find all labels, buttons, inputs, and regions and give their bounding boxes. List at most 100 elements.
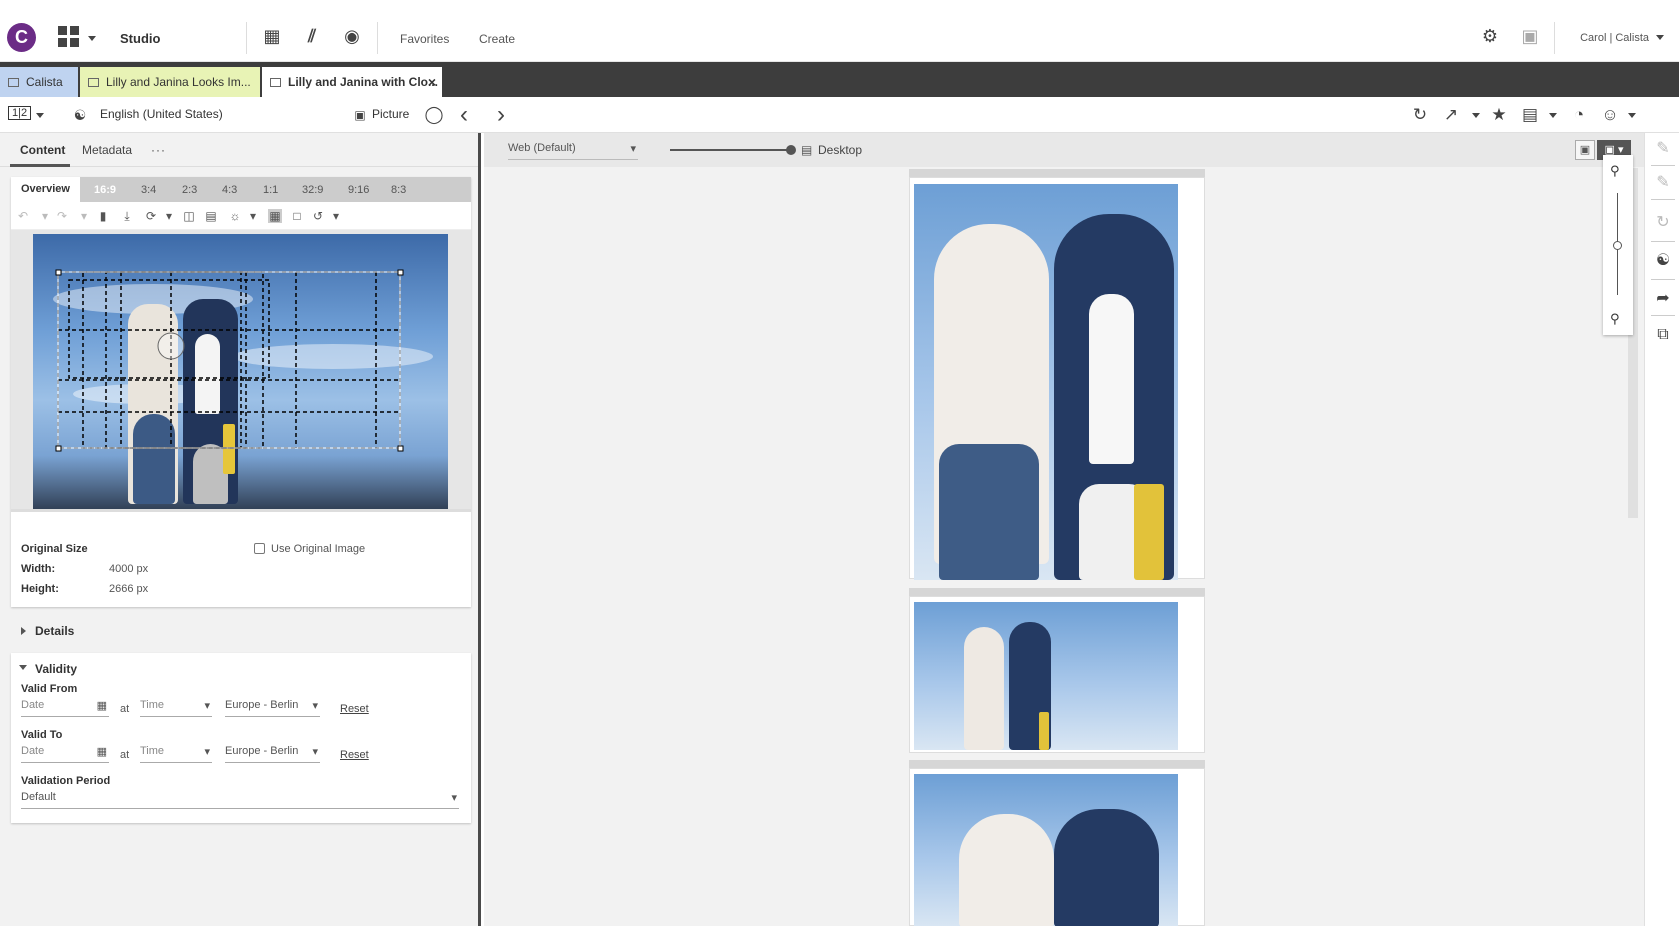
ratio-16-9[interactable]: 16:9	[94, 184, 116, 196]
zoom-out-icon[interactable]: ⚲	[1610, 311, 1620, 327]
rotate-icon[interactable]: ⟳	[144, 209, 158, 223]
divider	[377, 22, 378, 54]
ratio-1-1[interactable]: 1:1	[263, 184, 278, 196]
tab-lilly-clouds[interactable]: Lilly and Janina with Clo... ×	[262, 67, 442, 97]
expand-details-icon[interactable]	[21, 627, 26, 635]
crop-grid-icon[interactable]: ▦	[268, 209, 282, 223]
download-icon[interactable]: ⤓	[120, 209, 134, 223]
valid-to-label: Valid To	[21, 729, 63, 741]
valid-from-time-select[interactable]: Time ▾	[140, 699, 212, 717]
user-gear-caret-icon[interactable]	[1628, 113, 1636, 118]
reset-rotation-icon[interactable]: ↺	[311, 209, 325, 223]
ratio-8-3[interactable]: 8:3	[391, 184, 406, 196]
copy-icon[interactable]: ⧉	[1653, 325, 1673, 345]
image-caret-icon[interactable]	[1549, 113, 1557, 118]
ratio-overview[interactable]: Overview	[11, 177, 80, 202]
control-room-icon[interactable]: ◉	[341, 25, 363, 47]
brightness-caret-icon[interactable]: ▾	[246, 209, 260, 223]
preview-mode-icon[interactable]: ▣	[1575, 140, 1595, 160]
width-label: Width:	[21, 563, 56, 575]
reload-icon[interactable]: ↻	[1410, 105, 1430, 125]
open-external-icon[interactable]: ↗	[1441, 105, 1461, 125]
favorites-link[interactable]: Favorites	[400, 32, 449, 46]
redo-icon[interactable]: ↷	[55, 209, 69, 223]
resize-handle[interactable]	[11, 509, 471, 512]
ratio-4-3[interactable]: 4:3	[222, 184, 237, 196]
flip-horizontal-icon[interactable]: ◫	[182, 209, 196, 223]
validation-period-select[interactable]: Default ▾	[21, 791, 459, 809]
user-gear-icon[interactable]: ☺	[1600, 105, 1620, 125]
app-logo[interactable]: C	[7, 23, 36, 52]
rotate-caret-icon[interactable]: ▾	[162, 209, 176, 223]
details-section-toggle[interactable]: Details	[35, 624, 74, 638]
layout-caret-icon[interactable]	[36, 113, 44, 118]
valid-to-date-input[interactable]: Date ▦	[21, 745, 109, 763]
collapse-left-icon[interactable]: ‹	[454, 103, 474, 127]
library-books-icon[interactable]: ⫽	[301, 25, 323, 47]
valid-to-timezone-select[interactable]: Europe - Berlin ▾	[225, 745, 320, 763]
valid-to-reset-link[interactable]: Reset	[340, 749, 369, 761]
settings-gears-icon[interactable]: ⚙	[1479, 25, 1501, 47]
ratio-2-3[interactable]: 2:3	[182, 184, 197, 196]
apps-caret-icon[interactable]	[88, 36, 96, 41]
more-tabs-button[interactable]: ···	[151, 143, 166, 157]
inbox-icon[interactable]: ▣	[1519, 25, 1541, 47]
valid-from-date-input[interactable]: Date ▦	[21, 699, 109, 717]
expand-right-icon[interactable]: ›	[491, 103, 511, 127]
tab-metadata[interactable]: Metadata	[82, 143, 132, 157]
library-grid-icon[interactable]: ▦	[261, 25, 283, 47]
ratio-3-4[interactable]: 3:4	[141, 184, 156, 196]
lightbulb-icon[interactable]: ◯	[424, 105, 444, 125]
tab-calista[interactable]: Calista	[0, 67, 78, 97]
collapse-validity-icon[interactable]	[19, 665, 27, 670]
layout-switch[interactable]: 1|2	[8, 106, 32, 120]
pen-check-icon[interactable]: ✎	[1653, 173, 1673, 193]
aspect-ratio-bar: Overview 16:9 3:4 2:3 4:3 1:1 32:9 9:16 …	[11, 177, 471, 202]
flip-vertical-icon[interactable]: ▤	[204, 209, 218, 223]
channel-select[interactable]: Web (Default) ▾	[508, 142, 638, 160]
zoom-slider-handle[interactable]	[1613, 241, 1622, 250]
ratio-32-9[interactable]: 32:9	[302, 184, 323, 196]
valid-from-label: Valid From	[21, 683, 78, 695]
slider-handle[interactable]	[786, 145, 796, 155]
ratio-9-16[interactable]: 9:16	[348, 184, 369, 196]
preview-frame-portrait	[909, 177, 1205, 580]
image-edit-icon[interactable]: ▤	[1520, 105, 1540, 125]
pen-icon[interactable]: ✎	[1653, 139, 1673, 159]
tab-lilly-looks[interactable]: Lilly and Janina Looks Im...	[80, 67, 260, 97]
reset-caret-icon[interactable]: ▾	[329, 209, 343, 223]
open-caret-icon[interactable]	[1472, 113, 1480, 118]
crop-frame-icon[interactable]: □	[290, 209, 304, 223]
user-menu[interactable]: Carol | Calista	[1580, 32, 1649, 44]
undo-caret-icon[interactable]: ▾	[38, 209, 52, 223]
close-tab-icon[interactable]: ×	[428, 74, 436, 90]
apps-grid-icon[interactable]	[58, 26, 80, 48]
redo-caret-icon[interactable]: ▾	[77, 209, 91, 223]
calendar-icon[interactable]: ▦	[97, 745, 107, 758]
crop-overlay[interactable]	[11, 230, 471, 509]
star-icon[interactable]: ★	[1489, 105, 1509, 125]
valid-to-time-select[interactable]: Time ▾	[140, 745, 212, 763]
sync-icon[interactable]: ↻	[1653, 213, 1673, 233]
preview-header-strip	[909, 169, 1205, 177]
valid-from-reset-link[interactable]: Reset	[340, 703, 369, 715]
user-caret-icon[interactable]	[1656, 35, 1664, 40]
valid-from-timezone-select[interactable]: Europe - Berlin ▾	[225, 699, 320, 717]
language-select[interactable]: English (United States)	[100, 107, 223, 121]
crop-toolbar: ↶ ▾ ↷ ▾ ▮ ⤓ ⟳ ▾ ◫ ▤ ☼ ▾ ▦ □ ↺ ▾	[11, 202, 471, 230]
delete-icon[interactable]: ▮	[96, 209, 110, 223]
pie-chart-icon[interactable]: ◔	[1569, 105, 1589, 125]
validity-section-toggle[interactable]: Validity	[35, 662, 77, 676]
calendar-icon[interactable]: ▦	[97, 699, 107, 712]
zoom-in-icon[interactable]: ⚲	[1610, 163, 1620, 179]
use-original-checkbox[interactable]	[254, 543, 265, 554]
create-link[interactable]: Create	[479, 32, 515, 46]
globe-icon[interactable]: ☯	[1653, 251, 1673, 271]
app-title: Studio	[120, 31, 161, 46]
share-icon[interactable]: ➦	[1653, 289, 1673, 309]
brightness-icon[interactable]: ☼	[228, 209, 242, 223]
undo-icon[interactable]: ↶	[16, 209, 30, 223]
tab-content[interactable]: Content	[20, 143, 65, 157]
device-width-slider[interactable]	[670, 149, 792, 151]
tab-bar: Calista Lilly and Janina Looks Im... Lil…	[0, 62, 1679, 97]
